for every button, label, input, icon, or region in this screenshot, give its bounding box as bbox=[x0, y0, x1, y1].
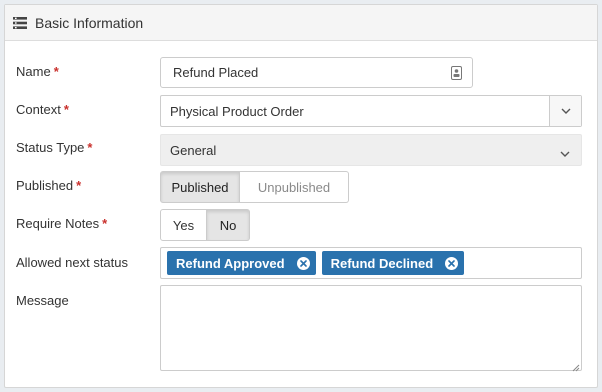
required-marker: * bbox=[53, 64, 59, 79]
tag-label: Refund Approved bbox=[176, 255, 285, 271]
context-select[interactable]: Physical Product Order bbox=[160, 95, 582, 127]
required-marker: * bbox=[76, 178, 82, 193]
tag-refund-approved: Refund Approved bbox=[167, 251, 316, 275]
panel-header: Basic Information bbox=[5, 5, 597, 41]
tag-refund-declined: Refund Declined bbox=[321, 251, 465, 275]
published-label-text: Published bbox=[16, 178, 74, 193]
chevron-down-icon[interactable] bbox=[560, 145, 570, 160]
message-label: Message bbox=[16, 293, 69, 308]
panel-title: Basic Information bbox=[35, 14, 144, 31]
resize-grip-icon[interactable] bbox=[572, 360, 580, 375]
tag-label: Refund Declined bbox=[330, 255, 434, 271]
allowed-next-status-label: Allowed next status bbox=[16, 255, 129, 270]
contact-card-icon[interactable] bbox=[451, 66, 462, 80]
remove-tag-icon[interactable] bbox=[445, 256, 459, 270]
published-label: Published * bbox=[16, 178, 81, 193]
message-textarea[interactable] bbox=[160, 285, 582, 371]
status-type-select[interactable]: General bbox=[160, 134, 582, 166]
published-option-button[interactable]: Published bbox=[160, 171, 240, 203]
no-option-button[interactable]: No bbox=[207, 209, 250, 241]
context-select-value: Physical Product Order bbox=[170, 103, 304, 119]
unpublished-option-button[interactable]: Unpublished bbox=[240, 171, 349, 203]
status-type-select-value: General bbox=[170, 142, 217, 158]
status-type-label: Status Type * bbox=[16, 140, 92, 155]
status-type-label-text: Status Type bbox=[16, 140, 85, 155]
remove-tag-icon[interactable] bbox=[296, 256, 310, 270]
name-label: Name * bbox=[16, 64, 59, 79]
require-notes-label-text: Require Notes bbox=[16, 216, 100, 231]
required-marker: * bbox=[63, 102, 69, 117]
context-label: Context * bbox=[16, 102, 69, 117]
context-label-text: Context bbox=[16, 102, 61, 117]
basic-information-panel: Basic Information Name * Refund Placed Co… bbox=[4, 4, 598, 388]
require-notes-label: Require Notes * bbox=[16, 216, 107, 231]
required-marker: * bbox=[102, 216, 108, 231]
published-toggle-group: Published Unpublished bbox=[160, 171, 349, 203]
allowed-next-status-tag-input[interactable]: Refund Approved Refund Declined bbox=[160, 247, 582, 279]
name-input[interactable]: Refund Placed bbox=[160, 57, 473, 88]
yes-option-button[interactable]: Yes bbox=[160, 209, 207, 241]
require-notes-toggle-group: Yes No bbox=[160, 209, 250, 241]
name-label-text: Name bbox=[16, 64, 51, 79]
list-icon bbox=[13, 16, 27, 29]
name-input-value: Refund Placed bbox=[173, 65, 259, 80]
chevron-down-icon[interactable] bbox=[549, 96, 581, 126]
required-marker: * bbox=[87, 140, 93, 155]
